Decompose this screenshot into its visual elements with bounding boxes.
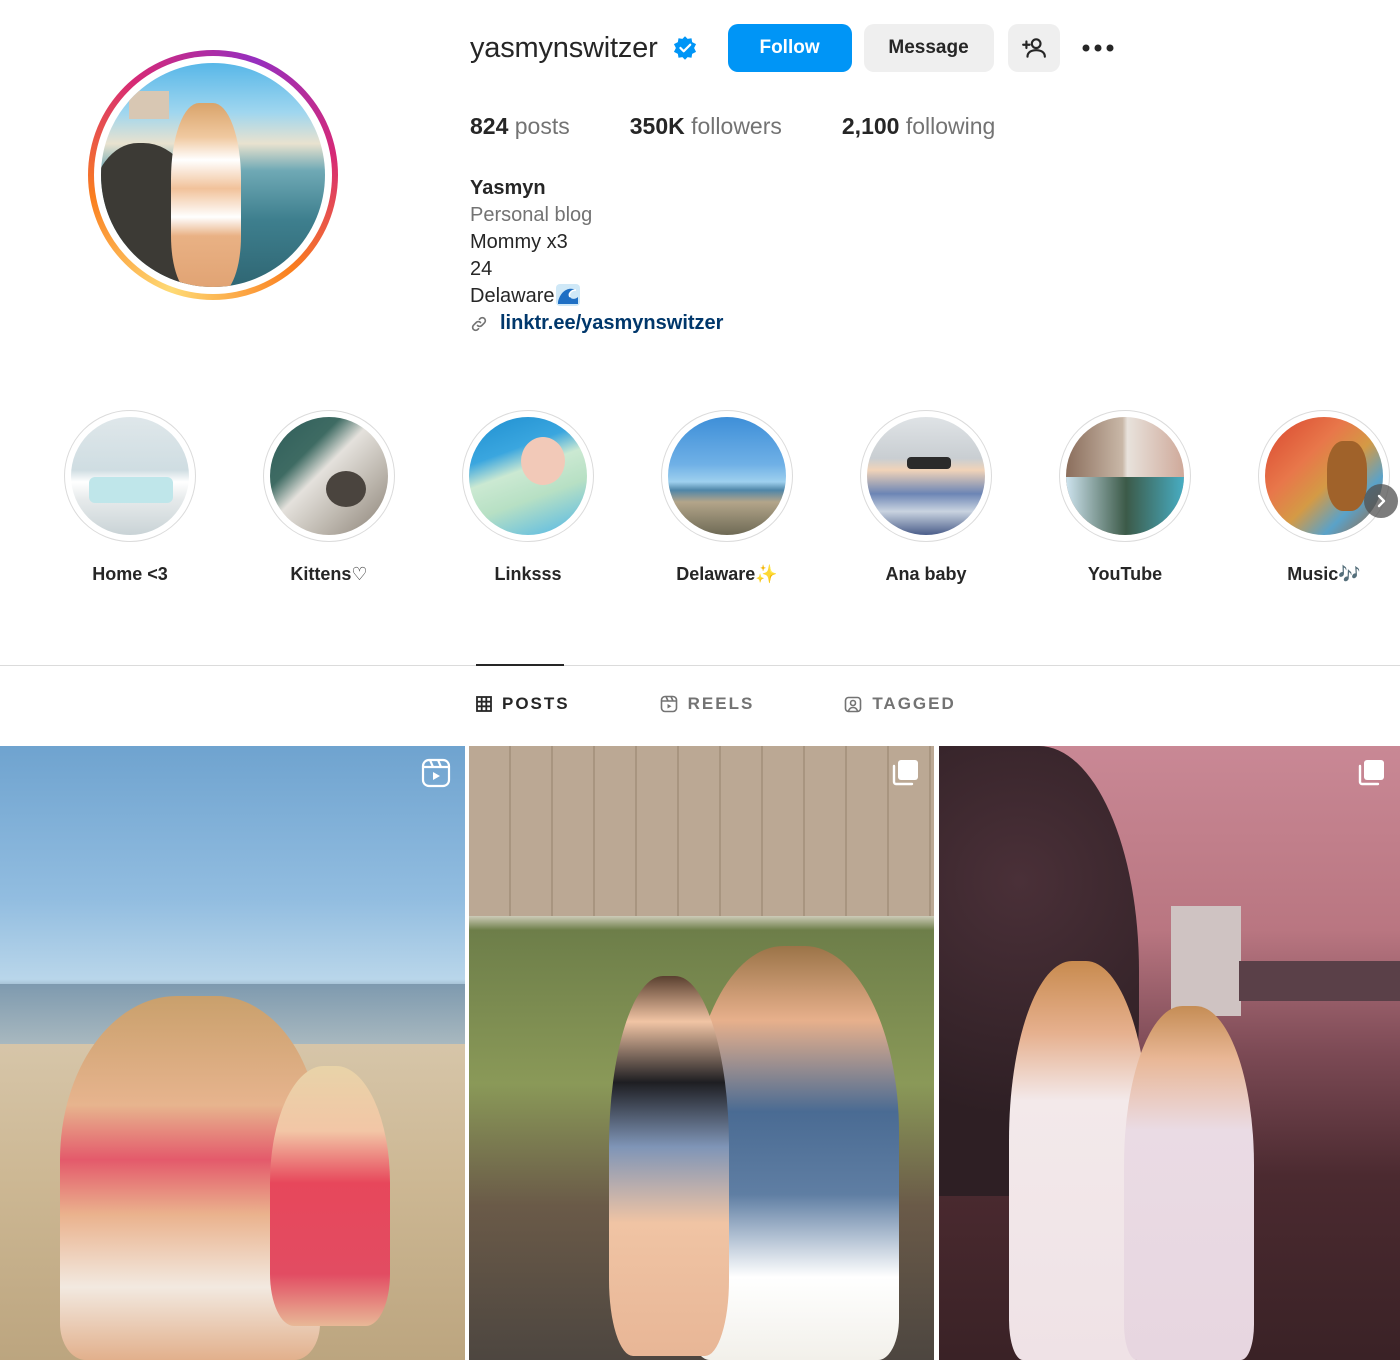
bio-name: Yasmyn [470,177,546,199]
bio-link[interactable]: linktr.ee/yasmynswitzer [470,310,723,337]
highlight-ring [1059,410,1191,542]
profile-avatar[interactable] [88,50,338,300]
profile-header-row: yasmynswitzer Follow Message [470,24,1118,72]
post-photo-building [1171,906,1241,1016]
highlights-next-button[interactable] [1364,484,1398,518]
highlight-home[interactable]: Home <3 [64,410,196,585]
reel-icon [421,758,451,788]
highlight-cover-detail [521,437,565,485]
highlight-ring [661,410,793,542]
tab-label: REELS [687,694,755,713]
highlight-cover [867,417,985,535]
bio-line-3: Delaware [470,285,555,307]
tab-reels[interactable]: REELS [660,694,755,714]
highlight-delaware[interactable]: Delaware✨ [661,410,793,585]
bio-line-1: Mommy x3 [470,231,568,253]
post-photo-child [270,1066,390,1326]
post-tile[interactable] [469,746,934,1360]
avatar-story-ring [94,56,332,294]
highlight-ana-baby[interactable]: Ana baby [860,410,992,585]
bio-category: Personal blog [470,204,593,226]
avatar-photo-person [171,103,241,287]
active-tab-indicator [476,664,564,666]
highlight-cover [1265,417,1383,535]
grid-icon [476,696,492,712]
post-photo-bridge [1239,961,1400,1001]
carousel-icon [1358,760,1384,786]
highlight-linksss[interactable]: Linksss [462,410,594,585]
avatar-photo [101,63,325,287]
post-photo-baby [609,976,729,1356]
following-count: 2,100 [841,113,900,139]
highlight-ring [64,410,196,542]
bio-line-2: 24 [470,258,493,280]
link-icon [471,316,487,331]
bio-line-3-row: Delaware [470,283,723,310]
followers-label: followers [691,113,782,139]
avatar-photo-building [129,91,169,119]
highlight-ring [462,410,594,542]
highlight-cover-detail [907,457,951,469]
post-tile[interactable] [939,746,1400,1360]
profile-username: yasmynswitzer [470,31,658,64]
tab-tagged[interactable]: TAGGED [844,694,955,714]
highlight-label: Delaware✨ [676,564,778,584]
carousel-icon [892,760,918,786]
highlight-ring [860,410,992,542]
person-add-icon [1021,38,1046,58]
tagged-icon [845,696,862,713]
highlight-label: Kittens♡ [290,564,368,584]
highlight-label: Ana baby [885,564,967,584]
follow-button[interactable]: Follow [727,24,852,72]
highlight-label: Linksss [494,564,562,584]
highlight-cover-detail [326,471,366,507]
highlight-kittens[interactable]: Kittens♡ [263,410,395,585]
reels-icon [660,695,677,713]
highlight-cover [1066,417,1184,535]
highlight-label: YouTube [1087,564,1163,584]
chevron-right-icon [1377,494,1386,508]
highlight-cover [469,417,587,535]
highlight-cover [668,417,786,535]
tab-posts[interactable]: POSTS [476,694,570,714]
highlight-ring [263,410,395,542]
post-photo-canopy [469,746,934,916]
profile-bio: Yasmyn Personal blog Mommy x3 24 Delawar… [470,175,723,337]
followers-count: 350K [629,113,685,139]
more-options-button[interactable] [1078,24,1118,72]
suggested-accounts-button[interactable] [1007,24,1060,72]
posts-label: posts [514,113,570,139]
profile-stats: 824 posts 350K followers 2,100 following [470,113,1055,140]
highlight-label: Music🎶 [1287,564,1361,584]
post-tile[interactable] [0,746,465,1360]
story-highlights: Home <3 Kittens♡ Linksss Delaware✨ Ana b [0,410,1400,590]
water-wave-icon [556,284,581,306]
profile-tabs: POSTS REELS TAGGED [476,694,1046,714]
bio-link-text: linktr.ee/yasmynswitzer [500,312,724,334]
highlight-cover [71,417,189,535]
highlight-cover-detail [1327,441,1367,511]
tab-label: POSTS [502,694,570,713]
more-options-icon [1082,44,1114,52]
highlight-cover-detail [1066,477,1184,535]
following-label: following [905,113,996,139]
post-photo-person-right [1124,1006,1254,1360]
verified-badge-icon [673,36,696,60]
highlight-cover [270,417,388,535]
highlight-cover-detail [89,477,173,503]
message-button[interactable]: Message [863,24,994,72]
followers-stat[interactable]: 350K followers [630,113,782,140]
highlight-ring [1258,410,1390,542]
tab-label: TAGGED [872,694,956,713]
tabs-divider [0,665,1400,666]
posts-stat: 824 posts [470,113,570,140]
following-stat[interactable]: 2,100 following [842,113,995,140]
highlight-label: Home <3 [92,564,168,584]
highlight-youtube[interactable]: YouTube [1059,410,1191,585]
posts-count: 824 [470,113,509,139]
